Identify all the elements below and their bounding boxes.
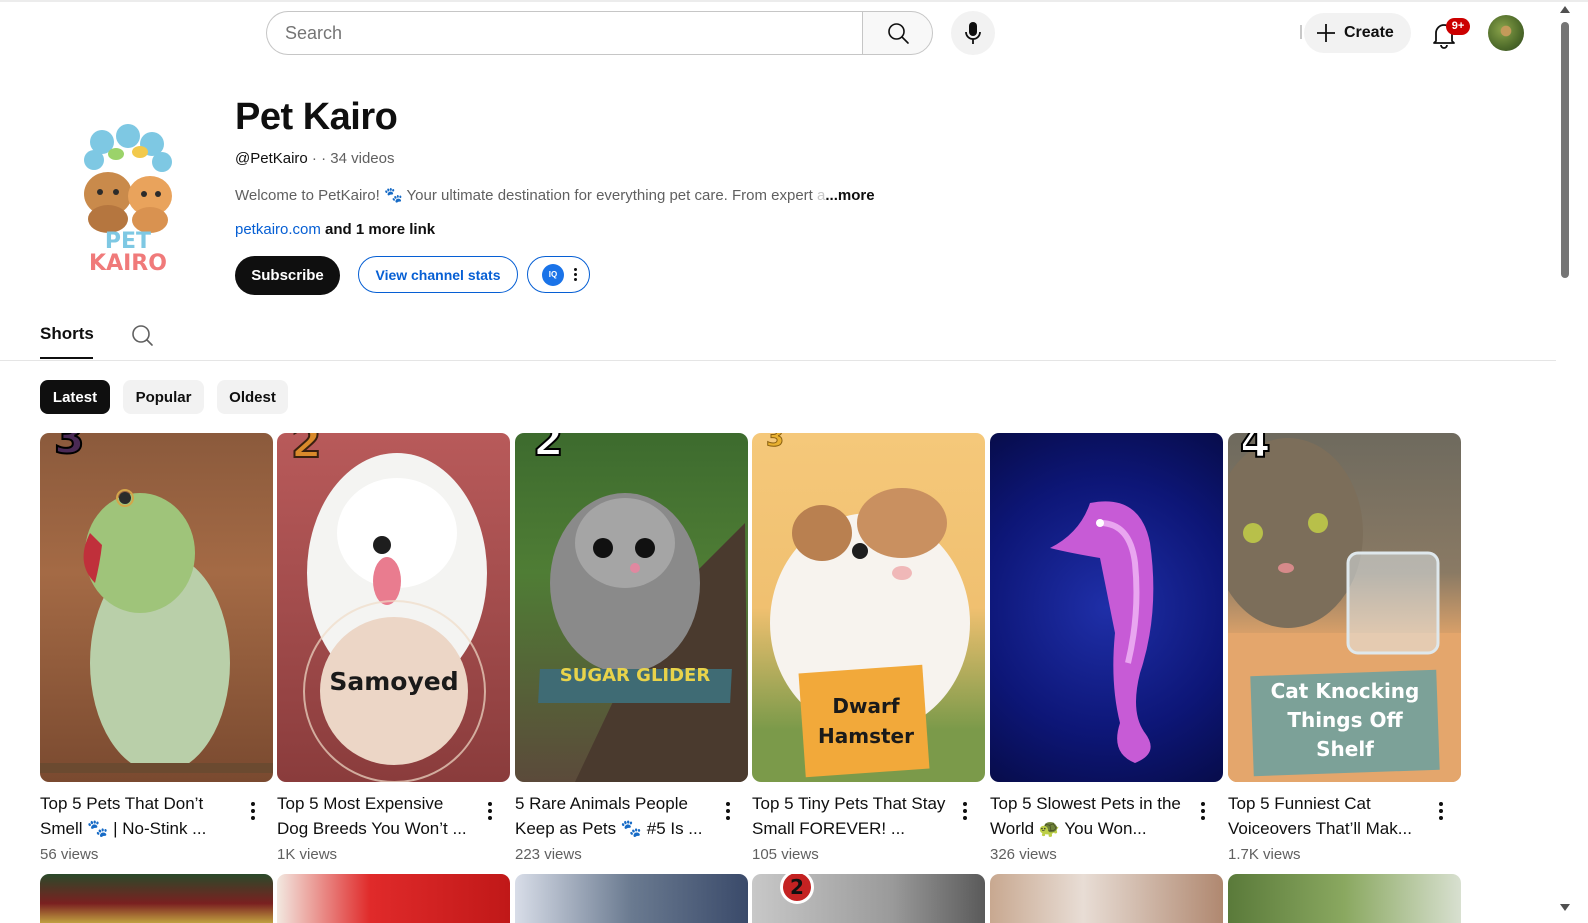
channel-name: Pet Kairo xyxy=(235,96,398,138)
overlay-line: Shelf xyxy=(1316,737,1374,761)
chip-oldest[interactable]: Oldest xyxy=(217,380,288,414)
short-views: 56 views xyxy=(40,846,99,863)
plus-icon xyxy=(1317,24,1335,42)
overlay-label: Cat Knocking Things Off Shelf xyxy=(1244,677,1446,764)
create-button[interactable]: Create xyxy=(1304,13,1411,53)
short-title[interactable]: Top 5 Tiny Pets That Stay Small FOREVER!… xyxy=(752,791,952,841)
tab-shorts[interactable]: Shorts xyxy=(40,324,94,344)
short-title[interactable]: 5 Rare Animals People Keep as Pets 🐾 #5 … xyxy=(515,791,715,841)
notification-badge: 9+ xyxy=(1446,18,1470,35)
create-label: Create xyxy=(1344,24,1394,41)
short-views: 1K views xyxy=(277,846,338,863)
channel-search-icon[interactable] xyxy=(130,323,154,347)
short-views: 223 views xyxy=(515,846,582,863)
short-card[interactable]: 3 Top 5 Pets That Don’t Smell 🐾 | No-Sti… xyxy=(40,433,273,863)
top-border xyxy=(0,0,1588,2)
rank-number: 3 xyxy=(53,433,86,464)
tabs-divider xyxy=(0,360,1556,361)
short-menu-button[interactable] xyxy=(722,800,734,822)
rank-number: 3 xyxy=(765,433,785,453)
overlay-label: Samoyed xyxy=(329,667,459,696)
short-title[interactable]: Top 5 Slowest Pets in the World 🐢 You Wo… xyxy=(990,791,1190,841)
short-card[interactable]: 2 SUGAR GLIDER 5 Rare Animals People Kee… xyxy=(515,433,748,863)
header-divider xyxy=(1300,25,1302,39)
short-title[interactable]: Top 5 Funniest Cat Voiceovers That’ll Ma… xyxy=(1228,791,1428,841)
short-menu-button[interactable] xyxy=(247,800,259,822)
meta-separator: · xyxy=(307,150,322,167)
short-thumbnail[interactable]: 2 Samoyed xyxy=(277,433,510,782)
rank-number: 2 xyxy=(290,433,323,468)
short-title[interactable]: Top 5 Pets That Don’t Smell 🐾 | No-Stink… xyxy=(40,791,240,841)
overlay-label: SUGAR GLIDER xyxy=(559,665,711,686)
short-thumbnail[interactable]: 3 xyxy=(40,433,273,782)
rank-number: 4 xyxy=(1239,433,1272,468)
short-thumbnail[interactable] xyxy=(1228,874,1461,923)
chip-latest[interactable]: Latest xyxy=(40,380,110,414)
overlay-line: Things Off xyxy=(1287,708,1403,732)
description-text: Welcome to PetKairo! 🐾 Your ultimate des… xyxy=(235,187,813,204)
scroll-up-arrow[interactable] xyxy=(1560,6,1570,13)
subscribe-button[interactable]: Subscribe xyxy=(235,256,340,295)
overlay-line: Cat Knocking xyxy=(1270,679,1420,703)
short-card[interactable]: 3 Dwarf Hamster Top 5 Tiny Pets That Sta… xyxy=(752,433,985,863)
description-more-link[interactable]: ...more xyxy=(825,187,874,204)
description-fade: a xyxy=(812,187,826,204)
short-thumbnail[interactable]: 2 xyxy=(752,874,985,923)
parrot-image xyxy=(40,489,273,773)
short-card[interactable]: 2 Samoyed Top 5 Most Expensive Dog Breed… xyxy=(277,433,510,863)
search-input[interactable] xyxy=(285,22,863,44)
channel-meta: @PetKairo · · 34 videos xyxy=(235,150,394,167)
channel-handle: @PetKairo xyxy=(235,150,308,167)
video-count: · 34 videos xyxy=(321,150,395,167)
scrollbar-thumb[interactable] xyxy=(1561,22,1569,278)
scroll-down-arrow[interactable] xyxy=(1560,904,1570,911)
logo-text-bottom: KAIRO xyxy=(89,251,167,274)
overlay-label: Dwarf Hamster xyxy=(792,691,940,751)
channel-description[interactable]: Welcome to PetKairo! 🐾 Your ultimate des… xyxy=(235,186,875,204)
short-thumbnail[interactable] xyxy=(990,874,1223,923)
short-menu-button[interactable] xyxy=(1197,800,1209,822)
account-avatar[interactable] xyxy=(1488,15,1524,51)
more-vert-icon xyxy=(574,268,577,281)
microphone-icon xyxy=(965,22,981,44)
short-thumbnail[interactable]: 3 Dwarf Hamster xyxy=(752,433,985,782)
channel-links: petkairo.com and 1 more link xyxy=(235,221,435,238)
overlay-line: Hamster xyxy=(818,724,914,748)
short-thumbnail[interactable]: 4 Cat Knocking Things Off Shelf xyxy=(1228,433,1461,782)
channel-logo: PET KAIRO xyxy=(84,124,172,274)
short-title[interactable]: Top 5 Most Expensive Dog Breeds You Won’… xyxy=(277,791,477,841)
search-button[interactable] xyxy=(862,11,933,55)
short-menu-button[interactable] xyxy=(959,800,971,822)
more-links-button[interactable]: and 1 more link xyxy=(321,221,435,238)
tab-active-indicator xyxy=(40,357,93,359)
seahorse-image xyxy=(1050,501,1154,763)
voice-search-button[interactable] xyxy=(951,11,995,55)
rank-number: 2 xyxy=(780,874,814,904)
search-bar[interactable] xyxy=(266,11,863,55)
rank-number: 2 xyxy=(532,433,565,466)
short-thumbnail[interactable] xyxy=(515,874,748,923)
short-thumbnail[interactable]: 2 SUGAR GLIDER xyxy=(515,433,748,782)
short-menu-button[interactable] xyxy=(1435,800,1447,822)
short-views: 105 views xyxy=(752,846,819,863)
extension-icon: IQ xyxy=(542,263,564,286)
short-thumbnail[interactable] xyxy=(990,433,1223,782)
short-thumbnail[interactable] xyxy=(40,874,273,923)
short-thumbnail[interactable] xyxy=(277,874,510,923)
channel-website-link[interactable]: petkairo.com xyxy=(235,221,321,238)
chip-popular[interactable]: Popular xyxy=(123,380,204,414)
view-channel-stats-button[interactable]: View channel stats xyxy=(358,256,518,293)
short-views: 326 views xyxy=(990,846,1057,863)
extension-button[interactable]: IQ xyxy=(527,256,590,293)
sugar-glider-image xyxy=(550,493,748,782)
short-card[interactable]: 4 Cat Knocking Things Off Shelf Top 5 Fu… xyxy=(1228,433,1461,863)
short-card[interactable]: Top 5 Slowest Pets in the World 🐢 You Wo… xyxy=(990,433,1223,863)
overlay-line: Dwarf xyxy=(832,694,900,718)
short-menu-button[interactable] xyxy=(484,800,496,822)
search-icon xyxy=(887,23,909,44)
short-views: 1.7K views xyxy=(1228,846,1301,863)
